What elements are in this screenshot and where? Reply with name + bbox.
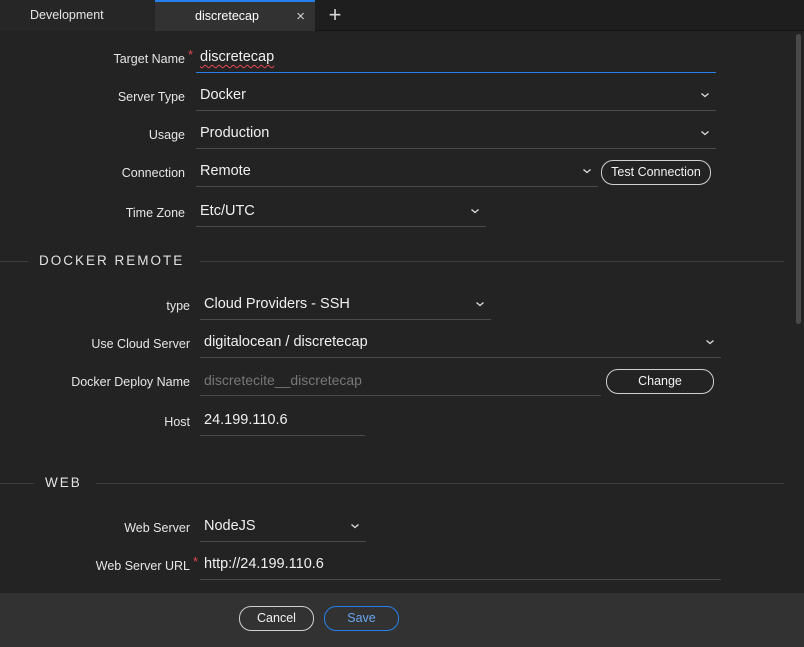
cloud-server-label: Use Cloud Server xyxy=(91,337,190,351)
usage-label: Usage xyxy=(148,128,185,142)
server-type-label: Server Type xyxy=(117,90,185,104)
tab-development-label: Development xyxy=(30,8,104,22)
scrollbar-thumb[interactable] xyxy=(796,34,801,324)
tab-discretecap[interactable]: discretecap × xyxy=(155,0,315,31)
web-heading: WEB xyxy=(45,475,82,490)
deploy-name-input[interactable]: discretecite__discretecap xyxy=(200,366,601,396)
chevron-down-icon xyxy=(350,522,360,530)
deploy-name-label: Docker Deploy Name xyxy=(71,375,190,389)
required-marker: * xyxy=(188,47,194,62)
cloud-server-select[interactable]: digitalocean / discretecap xyxy=(200,328,721,358)
web-server-url-value: http://24.199.110.6 xyxy=(204,556,324,572)
test-connection-button[interactable]: Test Connection xyxy=(601,160,711,185)
target-name-label: Target Name xyxy=(60,49,185,69)
web-server-label: Web Server xyxy=(124,521,190,535)
close-icon[interactable]: × xyxy=(296,2,305,31)
cancel-button[interactable]: Cancel xyxy=(239,606,314,631)
type-label: type xyxy=(166,299,190,313)
plus-icon[interactable]: + xyxy=(325,3,345,27)
server-type-select[interactable]: Docker xyxy=(196,81,716,111)
server-type-value: Docker xyxy=(200,87,246,103)
time-zone-label: Time Zone xyxy=(125,206,185,220)
save-button[interactable]: Save xyxy=(324,606,399,631)
change-button[interactable]: Change xyxy=(606,369,714,394)
section-divider xyxy=(0,483,34,484)
connection-select[interactable]: Remote xyxy=(196,157,598,187)
usage-select[interactable]: Production xyxy=(196,119,716,149)
chevron-down-icon xyxy=(582,167,592,175)
web-server-value: NodeJS xyxy=(204,518,256,534)
chevron-down-icon xyxy=(700,91,710,99)
target-name-input[interactable]: discretecap xyxy=(196,43,716,73)
chevron-down-icon xyxy=(705,338,715,346)
connection-label: Connection xyxy=(121,166,185,180)
host-input[interactable]: 24.199.110.6 xyxy=(200,406,365,436)
time-zone-value: Etc/UTC xyxy=(200,203,255,219)
target-name-value: discretecap xyxy=(200,49,275,65)
section-divider xyxy=(0,261,28,262)
cloud-server-value: digitalocean / discretecap xyxy=(204,334,368,350)
tab-development[interactable]: Development xyxy=(0,0,155,31)
chevron-down-icon xyxy=(475,300,485,308)
web-server-url-input[interactable]: http://24.199.110.6 xyxy=(200,550,721,580)
host-value: 24.199.110.6 xyxy=(204,412,288,428)
usage-value: Production xyxy=(200,125,270,141)
connection-value: Remote xyxy=(200,163,251,179)
time-zone-select[interactable]: Etc/UTC xyxy=(196,197,486,227)
deploy-name-placeholder: discretecite__discretecap xyxy=(204,372,362,388)
docker-remote-heading: DOCKER REMOTE xyxy=(39,253,185,268)
type-value: Cloud Providers - SSH xyxy=(204,296,350,312)
type-select[interactable]: Cloud Providers - SSH xyxy=(200,290,491,320)
section-divider xyxy=(96,483,784,484)
web-server-url-label: Web Server URL xyxy=(95,559,190,573)
web-server-select[interactable]: NodeJS xyxy=(200,512,366,542)
host-label: Host xyxy=(164,415,190,429)
chevron-down-icon xyxy=(470,207,480,215)
required-marker: * xyxy=(193,554,199,569)
dialog-footer xyxy=(0,593,804,647)
tab-discretecap-label: discretecap xyxy=(195,9,259,23)
section-divider xyxy=(200,261,784,262)
chevron-down-icon xyxy=(700,129,710,137)
target-name-label-text: Target Name xyxy=(113,52,185,66)
